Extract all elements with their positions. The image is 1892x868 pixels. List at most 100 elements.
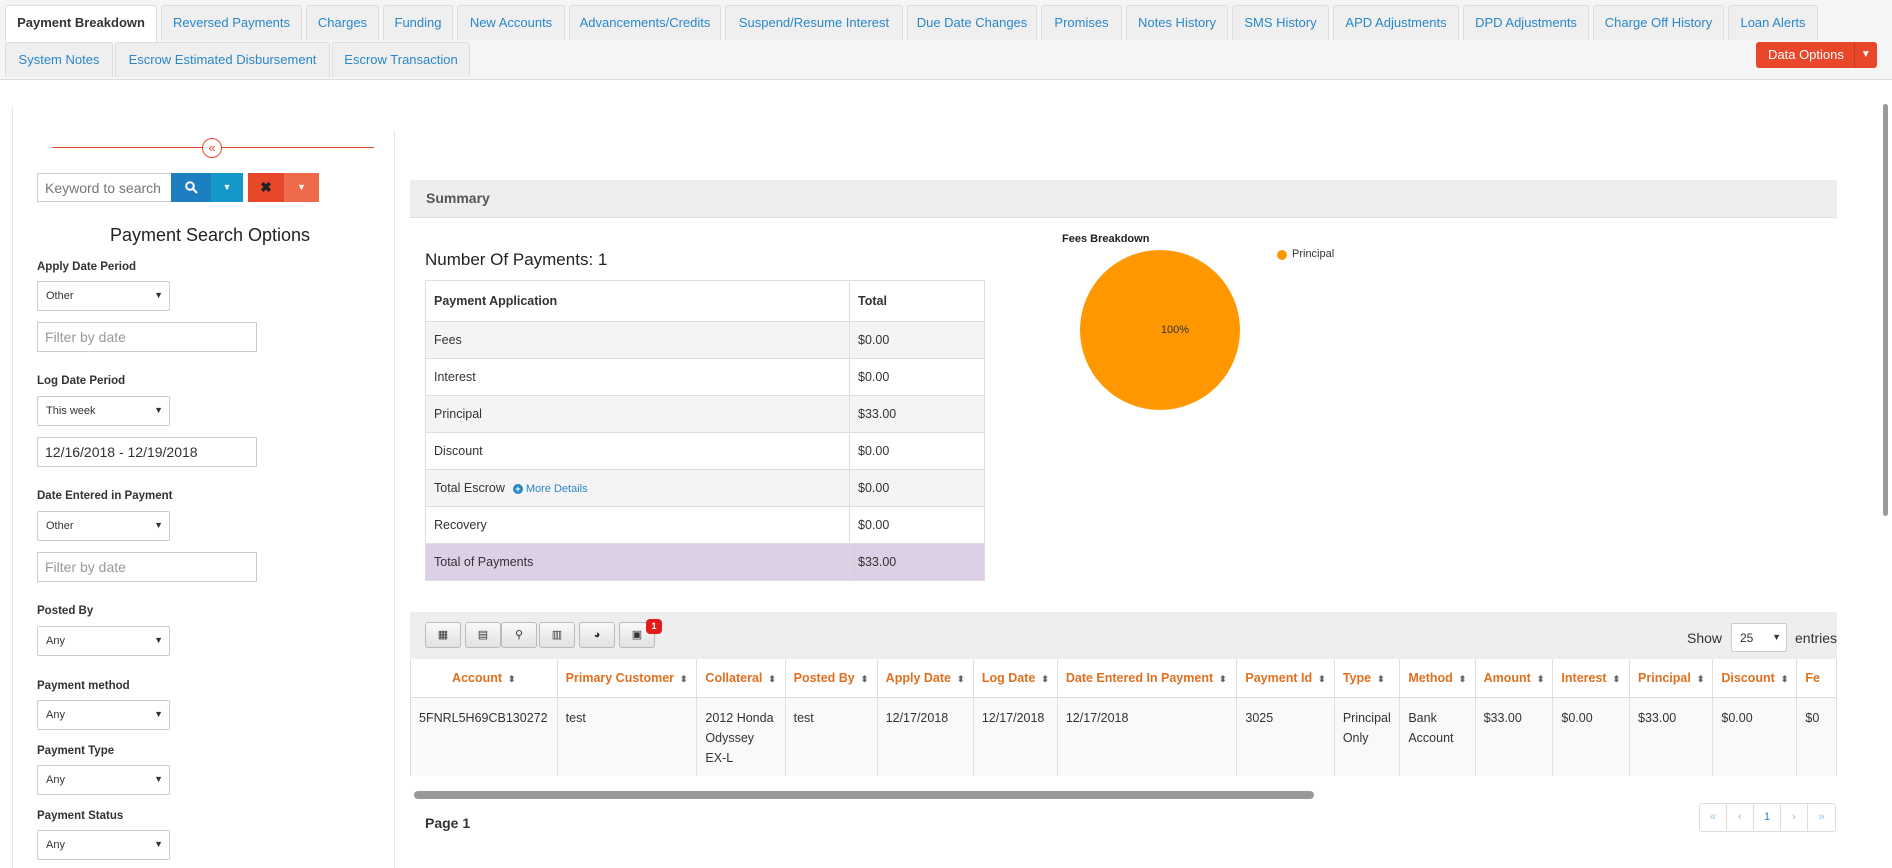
caret-down-icon[interactable]: ▼ [1855, 42, 1877, 68]
summary-header[interactable]: Summary [410, 180, 1837, 218]
column-header-collateral[interactable]: Collateral ⬍ [696, 659, 786, 698]
column-header-fees[interactable]: Fe [1796, 659, 1837, 698]
tab-notes-history[interactable]: Notes History [1126, 5, 1228, 40]
search-button[interactable] [171, 173, 211, 202]
column-label: Discount [1721, 670, 1775, 685]
previous-page-button[interactable]: ‹ [1727, 804, 1754, 831]
column-header-method[interactable]: Method ⬍ [1399, 659, 1476, 698]
payment-type-select[interactable]: Any ▼ [37, 765, 170, 795]
table-row: Interest $0.00 [425, 358, 985, 396]
table-row: Recovery $0.00 [425, 506, 985, 544]
double-chevron-left-icon[interactable]: « [202, 138, 222, 158]
caret-down-icon: ▼ [154, 635, 163, 645]
show-label: Show [1687, 630, 1723, 646]
row-label: Discount [425, 432, 850, 470]
first-page-button[interactable]: « [1700, 804, 1727, 831]
payment-method-select[interactable]: Any ▼ [37, 700, 170, 730]
tab-apd-adjustments[interactable]: APD Adjustments [1333, 5, 1459, 40]
column-header-principal[interactable]: Principal ⬍ [1629, 659, 1714, 698]
vertical-scrollbar[interactable] [1883, 104, 1888, 516]
tab-sms-history[interactable]: SMS History [1232, 5, 1329, 40]
tab-due-date-changes[interactable]: Due Date Changes [907, 5, 1037, 40]
column-label: Method [1408, 670, 1453, 685]
column-header-apply-date[interactable]: Apply Date ⬍ [877, 659, 974, 698]
column-header-interest[interactable]: Interest ⬍ [1552, 659, 1631, 698]
column-header-type[interactable]: Type ⬍ [1334, 659, 1401, 698]
sort-icon: ⬍ [1458, 673, 1467, 684]
date-entered-select[interactable]: Other ▼ [37, 511, 170, 541]
column-header: Payment Application [425, 280, 850, 322]
cell-principal: $33.00 [1629, 697, 1714, 776]
divider [394, 130, 395, 868]
row-value: $0.00 [849, 358, 985, 396]
log-date-value: This week [46, 405, 96, 417]
horizontal-scrollbar[interactable] [414, 791, 1314, 799]
sort-icon: ⬍ [1318, 673, 1326, 684]
next-page-button[interactable]: › [1781, 804, 1808, 831]
page-size-select[interactable]: 25 ▼ [1731, 623, 1787, 652]
pie-chart-button[interactable]: ◕ [579, 622, 615, 648]
cell-posted-by: test [785, 697, 878, 776]
cell-apply-date: 12/17/2018 [877, 697, 974, 776]
total-label: Total of Payments [425, 543, 850, 581]
cell-fees: $0 [1796, 697, 1837, 776]
tab-new-accounts[interactable]: New Accounts [457, 5, 565, 40]
cell-amount: $33.00 [1475, 697, 1554, 776]
summary-heading: Summary [426, 190, 490, 206]
tab-system-notes[interactable]: System Notes [5, 42, 113, 77]
tab-advancements-credits[interactable]: Advancements/Credits [569, 5, 721, 40]
tab-suspend-resume-interest[interactable]: Suspend/Resume Interest [725, 5, 903, 40]
tab-charge-off-history[interactable]: Charge Off History [1593, 5, 1724, 40]
column-header-amount[interactable]: Amount ⬍ [1475, 659, 1554, 698]
tab-promises[interactable]: Promises [1041, 5, 1122, 40]
column-header-payment-id[interactable]: Payment Id ⬍ [1236, 659, 1335, 698]
page-label: Page 1 [425, 815, 471, 831]
data-options-label[interactable]: Data Options [1756, 42, 1855, 68]
log-date-range: 12/16/2018 - 12/19/2018 [45, 444, 198, 460]
data-options-button[interactable]: Data Options ▼ [1756, 42, 1877, 68]
map-button[interactable]: ⚲ [501, 622, 537, 648]
bar-chart-button[interactable]: ▥ [539, 622, 575, 648]
payment-method-label: Payment method [37, 680, 130, 692]
log-date-range-input[interactable]: 12/16/2018 - 12/19/2018 [37, 437, 257, 467]
column-header-log-date[interactable]: Log Date ⬍ [973, 659, 1058, 698]
payment-status-select[interactable]: Any ▼ [37, 830, 170, 860]
close-icon: ✖ [260, 179, 272, 195]
tab-dpd-adjustments[interactable]: DPD Adjustments [1463, 5, 1589, 40]
column-label: Collateral [705, 670, 763, 685]
last-page-button[interactable]: » [1808, 804, 1835, 831]
column-header-date-entered[interactable]: Date Entered In Payment ⬍ [1057, 659, 1238, 698]
date-entered-filter[interactable]: Filter by date [37, 552, 257, 582]
book-button[interactable]: ▤ [465, 622, 501, 648]
tab-charges[interactable]: Charges [306, 5, 379, 40]
number-of-payments: Number Of Payments: 1 [425, 250, 608, 269]
search-options-dropdown[interactable]: ▼ [211, 173, 243, 202]
payment-application-table: Payment Application Total Fees $0.00 Inte… [425, 280, 985, 581]
log-date-select[interactable]: This week ▼ [37, 396, 170, 426]
column-header-primary-customer[interactable]: Primary Customer ⬍ [557, 659, 698, 698]
tab-reversed-payments[interactable]: Reversed Payments [161, 5, 302, 40]
search-input[interactable] [37, 173, 171, 202]
tab-escrow-estimated-disbursement[interactable]: Escrow Estimated Disbursement [115, 42, 330, 77]
tab-funding[interactable]: Funding [383, 5, 453, 40]
more-details-link[interactable]: + More Details [512, 483, 588, 495]
apply-date-filter[interactable]: Filter by date [37, 322, 257, 352]
table-row[interactable]: 5FNRL5H69CB130272 test 2012 Honda Odysse… [411, 697, 1837, 776]
page-number-button[interactable]: 1 [1754, 804, 1781, 831]
tab-escrow-transaction[interactable]: Escrow Transaction [332, 42, 470, 77]
legend-marker [1277, 250, 1287, 260]
column-header-discount[interactable]: Discount ⬍ [1712, 659, 1798, 698]
column-header-account[interactable]: Account ⬍ [411, 659, 558, 698]
tab-loan-alerts[interactable]: Loan Alerts [1728, 5, 1818, 40]
apply-date-select[interactable]: Other ▼ [37, 281, 170, 311]
more-details-label[interactable]: More Details [526, 483, 588, 495]
posted-by-select[interactable]: Any ▼ [37, 626, 170, 656]
legend-label[interactable]: Principal [1292, 248, 1334, 260]
clear-options-dropdown[interactable]: ▼ [284, 173, 319, 202]
clear-search-button[interactable]: ✖ [248, 173, 284, 202]
column-header-posted-by[interactable]: Posted By ⬍ [785, 659, 878, 698]
bar-chart-icon: ▥ [551, 629, 563, 641]
map-pin-icon: ⚲ [514, 629, 524, 641]
grid-view-button[interactable]: ▦ [425, 622, 461, 648]
tab-payment-breakdown[interactable]: Payment Breakdown [5, 5, 157, 42]
